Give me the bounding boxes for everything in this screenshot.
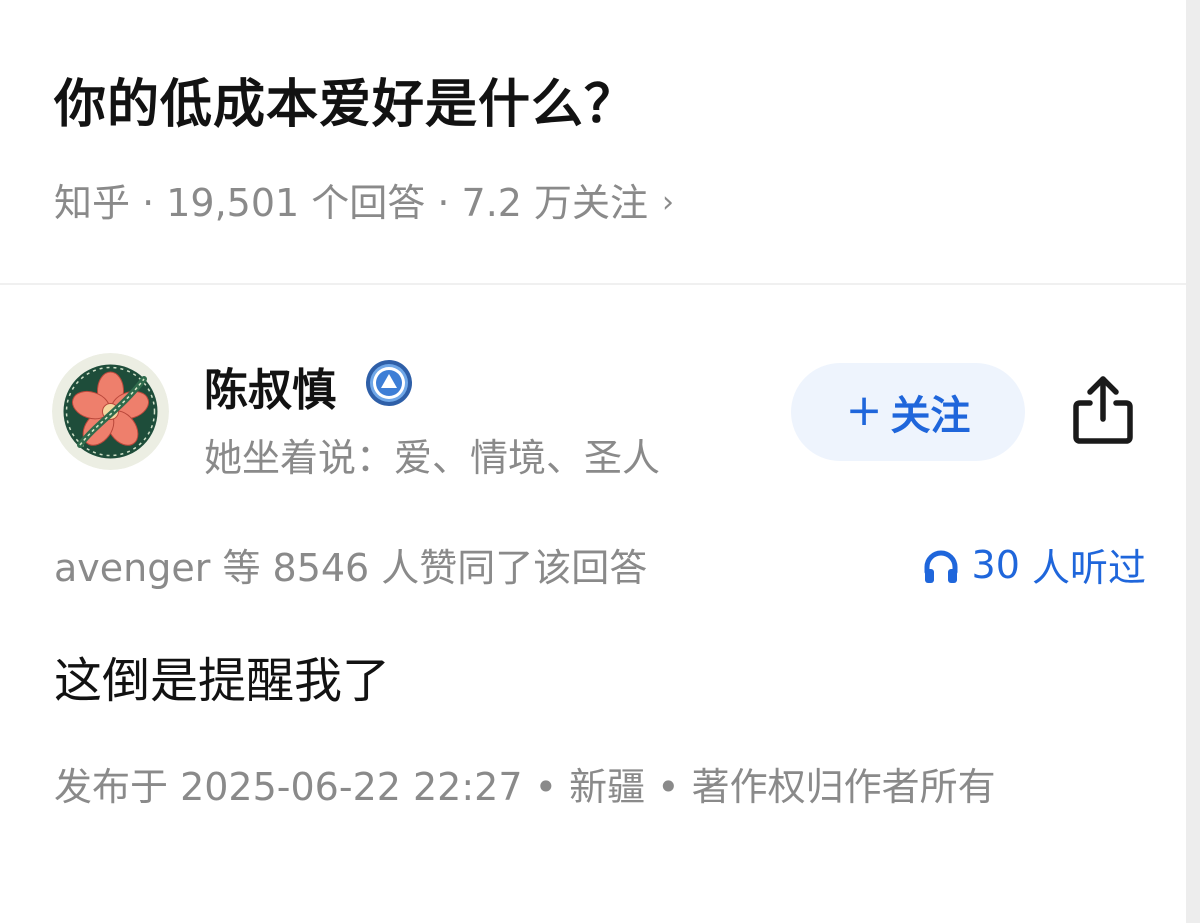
listen-count-link[interactable]: 30 人听过 [922,537,1146,592]
question-meta-link[interactable]: 知乎 · 19,501 个回答 · 7.2 万关注 › [54,172,674,227]
follow-button[interactable]: + 关注 [791,363,1025,461]
listen-suffix: 人听过 [1019,546,1146,590]
publish-info: 发布于 2025-06-22 22:27 • 新疆 • 著作权归作者所有 [54,765,996,809]
author-name[interactable]: 陈叔慎 [204,354,336,418]
question-title[interactable]: 你的低成本爱好是什么？ [54,62,637,137]
question-meta-text: 知乎 · 19,501 个回答 · 7.2 万关注 [54,181,649,225]
section-divider [0,283,1186,285]
verified-badge-icon [366,360,412,406]
chevron-right-icon: › [662,185,675,220]
flower-avatar-icon [52,353,169,470]
follow-label: 关注 [890,393,971,439]
share-icon[interactable] [1068,373,1138,447]
question-header: 你的低成本爱好是什么？ 知乎 · 19,501 个回答 · 7.2 万关注 › [0,0,1186,283]
scrollbar[interactable] [1186,0,1200,923]
listen-count: 30 [971,542,1020,587]
headphone-icon [924,550,958,583]
author-avatar[interactable] [52,353,169,470]
vote-count-text[interactable]: avenger 等 8546 人赞同了该回答 [54,537,647,592]
answer-content: 这倒是提醒我了 [54,653,391,709]
author-bio: 她坐着说：爱、情境、圣人 [204,436,661,480]
plus-icon: + [845,384,883,436]
